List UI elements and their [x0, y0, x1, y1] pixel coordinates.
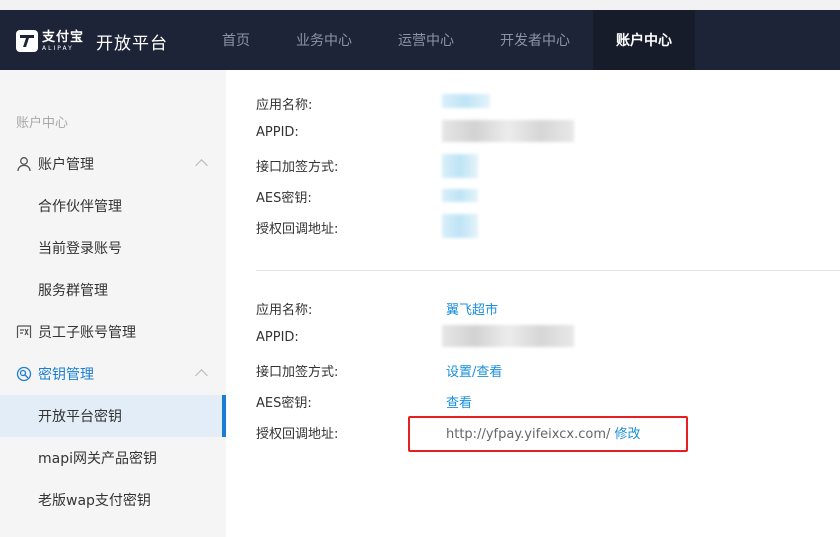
app2-callback-label: 授权回调地址: [256, 427, 339, 442]
sidebar-item-legacy-wap-key[interactable]: 老版wap支付密钥 [0, 479, 226, 521]
app2-appid-label: APPID: [256, 330, 299, 345]
logo-en-text: ALIPAY [42, 44, 74, 52]
chevron-up-icon[interactable] [195, 159, 208, 172]
app2-sign-method-label: 接口加签方式: [256, 365, 339, 380]
nav-business-center[interactable]: 业务中心 [296, 10, 352, 70]
sidebar-item-current-login-account[interactable]: 当前登录账号 [0, 227, 226, 269]
app2-name-link[interactable]: 翼飞超市 [446, 299, 498, 318]
alipay-logo-icon [16, 30, 38, 52]
sidebar-group-label: 账户管理 [38, 157, 94, 173]
sign-settings-link[interactable]: 设置/查看 [446, 361, 502, 380]
sidebar-group-key-management[interactable]: 密钥管理 [0, 353, 226, 395]
callback-highlight-box [408, 416, 688, 452]
main-content: 应用名称: APPID: 接口加签方式: AES密钥: 授权回调地址: 应用名称… [226, 70, 840, 537]
app2-name-label: 应用名称: [256, 303, 313, 318]
aes-view-link[interactable]: 查看 [446, 392, 472, 411]
app1-appid-label: APPID: [256, 125, 299, 140]
browser-strip [0, 0, 840, 10]
section-divider [256, 270, 840, 271]
sidebar-group-staff-accounts[interactable]: 员工子账号管理 [0, 311, 226, 353]
app1-aes-redacted [442, 189, 478, 202]
app1-name-redacted [442, 94, 490, 108]
sidebar-group-account-management[interactable]: 账户管理 [0, 143, 226, 185]
sidebar: 账户中心 账户管理 合作伙伴管理 当前登录账号 服务群管理 员工子账号管理 密钥… [0, 70, 226, 537]
app1-appid-redacted [442, 120, 574, 142]
app1-callback-redacted [442, 214, 478, 238]
app1-sign-redacted [442, 154, 478, 178]
app1-aes-key-label: AES密钥: [256, 191, 312, 206]
nav-account-center[interactable]: 账户中心 [593, 10, 695, 70]
chevron-up-icon[interactable] [195, 369, 208, 382]
nav-developer-center[interactable]: 开发者中心 [500, 10, 570, 70]
app2-aes-key-label: AES密钥: [256, 396, 312, 411]
platform-title: 开放平台 [96, 33, 169, 54]
app1-name-label: 应用名称: [256, 98, 313, 113]
app1-sign-method-label: 接口加签方式: [256, 160, 339, 175]
sidebar-group-label: 员工子账号管理 [38, 325, 136, 341]
sidebar-item-mapi-gateway-key[interactable]: mapi网关产品密钥 [0, 437, 226, 479]
app2-appid-redacted [442, 325, 574, 347]
logo-cn-text: 支付宝 [42, 29, 85, 45]
user-icon [16, 156, 32, 172]
nav-home[interactable]: 首页 [222, 10, 250, 70]
sidebar-item-open-platform-key[interactable]: 开放平台密钥 [0, 395, 226, 437]
key-search-icon [16, 366, 32, 382]
nav-operations-center[interactable]: 运营中心 [398, 10, 454, 70]
sidebar-item-partner-management[interactable]: 合作伙伴管理 [0, 185, 226, 227]
app1-callback-label: 授权回调地址: [256, 222, 339, 237]
staff-icon [16, 324, 32, 340]
alipay-logo[interactable]: 支付宝 ALIPAY 开放平台 [16, 28, 168, 54]
sidebar-group-label: 密钥管理 [38, 367, 94, 383]
sidebar-item-service-group[interactable]: 服务群管理 [0, 269, 226, 311]
top-header: 支付宝 ALIPAY 开放平台 首页 业务中心 运营中心 开发者中心 账户中心 [0, 10, 840, 70]
sidebar-section-title: 账户中心 [16, 116, 69, 131]
